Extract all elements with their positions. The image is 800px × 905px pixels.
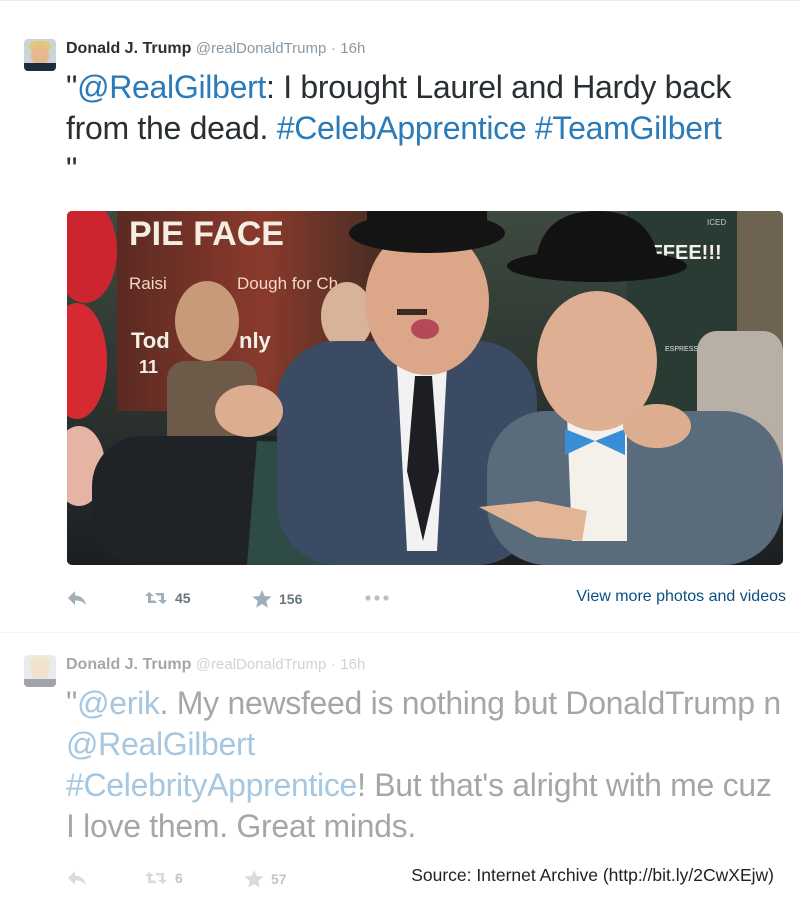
sign-text: ICED	[707, 218, 726, 227]
more-icon	[365, 595, 389, 601]
sign-text: Raisi	[129, 274, 167, 293]
view-more-link[interactable]: View more photos and videos	[576, 588, 786, 606]
retweet-icon	[145, 872, 167, 884]
avatar[interactable]	[24, 655, 56, 687]
separator: ·	[330, 656, 336, 673]
sign-text: PIE FACE	[129, 215, 284, 253]
sign-text: 11	[139, 357, 158, 377]
hashtag-link[interactable]: #CelebApprentice	[277, 110, 527, 146]
reply-button[interactable]	[66, 590, 88, 606]
favorite-button[interactable]: 57	[244, 870, 287, 888]
favorite-count: 156	[279, 591, 303, 607]
tweet-text: "@RealGilbert: I brought Laurel and Hard…	[66, 67, 786, 190]
favorite-count: 57	[271, 871, 287, 887]
tweet-actions: 6 57	[66, 870, 366, 890]
tweet[interactable]: Donald J. Trump @realDonaldTrump · 16h "…	[0, 0, 800, 633]
mention-link[interactable]: @erik	[77, 685, 160, 721]
tweet-header: Donald J. Trump @realDonaldTrump · 16h	[66, 40, 365, 58]
sign-text: nly	[239, 328, 272, 353]
retweet-count: 45	[175, 590, 191, 606]
photo-illustration: PIE FACE Raisi Dough for Ch Tod nly 11 O…	[67, 211, 783, 565]
separator: ·	[330, 40, 336, 57]
quote-mark: "	[66, 69, 78, 105]
hashtag-link[interactable]: #CelebrityApprentice	[66, 767, 357, 803]
author-name[interactable]: Donald J. Trump	[66, 40, 191, 57]
retweet-icon	[145, 592, 167, 604]
author-name[interactable]: Donald J. Trump	[66, 656, 191, 673]
favorite-icon	[244, 870, 264, 888]
tweet-body: . My newsfeed is nothing but DonaldTrump…	[159, 685, 782, 721]
tweet-photo[interactable]: PIE FACE Raisi Dough for Ch Tod nly 11 O…	[67, 211, 783, 565]
sign-text: Dough for Ch	[237, 274, 338, 293]
source-caption: Source: Internet Archive (http://bit.ly/…	[405, 863, 780, 888]
retweet-button[interactable]: 6	[144, 870, 183, 886]
author-handle[interactable]: @realDonaldTrump	[196, 40, 327, 57]
sign-text: Tod	[131, 328, 170, 353]
tweet-header: Donald J. Trump @realDonaldTrump · 16h	[66, 656, 365, 674]
tweet-text: "@erik. My newsfeed is nothing but Donal…	[66, 683, 782, 847]
favorite-icon	[252, 590, 272, 608]
retweet-count: 6	[175, 870, 183, 886]
author-handle[interactable]: @realDonaldTrump	[196, 656, 327, 673]
retweet-button[interactable]: 45	[144, 590, 191, 606]
reply-button[interactable]	[66, 870, 88, 886]
more-button[interactable]	[364, 594, 390, 602]
quote-mark: "	[66, 151, 78, 187]
hashtag-link[interactable]: #TeamGilbert	[535, 110, 722, 146]
favorite-button[interactable]: 156	[252, 590, 302, 608]
mention-link[interactable]: @RealGilbert	[77, 69, 266, 105]
quote-mark: "	[66, 685, 78, 721]
reply-icon	[68, 591, 86, 605]
timestamp[interactable]: 16h	[340, 40, 365, 57]
timestamp[interactable]: 16h	[340, 656, 365, 673]
reply-icon	[68, 871, 86, 885]
mention-link[interactable]: @RealGilbert	[66, 726, 255, 762]
avatar[interactable]	[24, 39, 56, 71]
